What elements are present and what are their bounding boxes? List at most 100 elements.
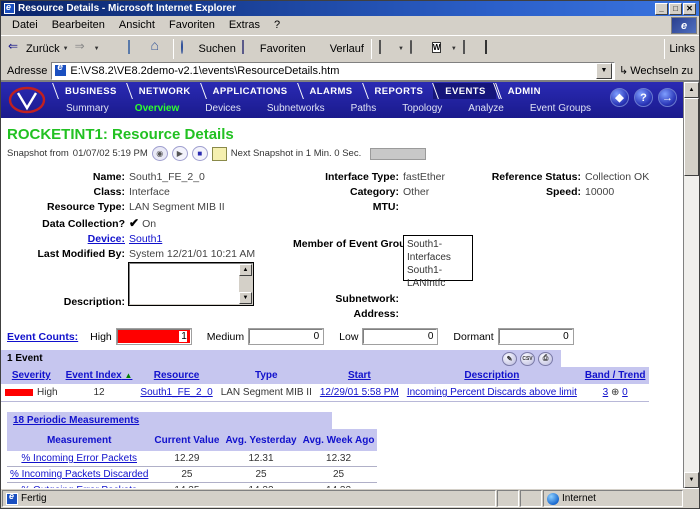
save-csv-icon[interactable]: CSV	[520, 352, 535, 366]
menu-help[interactable]: ?	[267, 17, 287, 33]
band-link[interactable]: 3	[603, 387, 609, 398]
col-severity[interactable]: Severity	[1, 367, 62, 384]
address-dropdown-button[interactable]: ▼	[596, 62, 612, 79]
severity-bar-icon	[5, 388, 33, 396]
books-library-icon[interactable]: ◆	[610, 88, 629, 107]
go-button[interactable]: ↳ Wechseln zu	[615, 64, 697, 78]
resize-grip[interactable]	[684, 492, 698, 506]
chevron-down-icon[interactable]: ▼	[94, 46, 100, 52]
scrollbar-thumb[interactable]	[684, 98, 699, 176]
subnav-event-groups[interactable]: Event Groups	[517, 103, 604, 114]
measurements-title-link[interactable]: 18 Periodic Measurements	[13, 415, 139, 426]
menu-ansicht[interactable]: Ansicht	[112, 17, 162, 33]
print-icon[interactable]: ⎙	[538, 352, 553, 366]
subnav-devices[interactable]: Devices	[192, 103, 254, 114]
stop-icon[interactable]: ■	[191, 146, 208, 161]
tab-admin[interactable]: ADMIN	[496, 83, 551, 99]
list-item[interactable]: South1-LANIntfc	[407, 264, 469, 290]
favorites-button[interactable]: Favoriten	[239, 39, 309, 58]
close-button[interactable]: ✕	[683, 2, 696, 15]
chevron-down-icon[interactable]: ▼	[63, 46, 69, 52]
description-scrollbar[interactable]: ▲ ▼	[239, 264, 252, 304]
tab-alarms[interactable]: ALARMS	[298, 83, 363, 99]
home-button[interactable]	[147, 37, 169, 58]
list-item[interactable]: South1-Interfaces	[407, 238, 469, 264]
col-start[interactable]: Start	[315, 367, 403, 384]
field-label: Reference Status:	[491, 171, 581, 183]
maximize-button[interactable]: □	[669, 2, 682, 15]
col-description[interactable]: Description	[402, 367, 581, 384]
address-input[interactable]: E:\VS8.2\VE8.2demo-v2.1\events\ResourceD…	[51, 61, 615, 80]
globe-icon	[547, 492, 559, 505]
history-button[interactable]: Verlauf	[309, 39, 367, 58]
scroll-down-icon[interactable]: ▼	[684, 472, 699, 488]
stop-button[interactable]	[103, 39, 125, 58]
chevron-down-icon[interactable]: ▼	[451, 46, 457, 52]
tab-applications[interactable]: APPLICATIONS	[201, 83, 298, 99]
cell-week: 14.32	[299, 482, 378, 488]
messenger-button[interactable]	[482, 39, 504, 58]
note-icon[interactable]	[211, 146, 227, 161]
discuss-button[interactable]	[460, 39, 482, 58]
scroll-up-icon[interactable]: ▲	[684, 82, 699, 98]
menu-datei[interactable]: Datei	[5, 17, 45, 33]
favorites-star-icon	[241, 40, 244, 54]
favorites-label: Favoriten	[259, 42, 306, 55]
subnav-analyze[interactable]: Analyze	[455, 103, 517, 114]
refresh-button[interactable]	[125, 39, 147, 58]
measurement-link[interactable]: % Outgoing Error Packets	[21, 485, 137, 488]
menu-favoriten[interactable]: Favoriten	[162, 17, 222, 33]
mail-button[interactable]: ▼	[376, 39, 407, 58]
play-icon[interactable]: ▶	[171, 146, 188, 161]
description-textarea[interactable]: ▲ ▼	[128, 262, 254, 306]
subnav-paths[interactable]: Paths	[338, 103, 390, 114]
measurement-link[interactable]: % Incoming Error Packets	[21, 453, 137, 464]
scroll-up-icon[interactable]: ▲	[239, 264, 252, 276]
device-label-link[interactable]: Device:	[1, 233, 129, 245]
description-link[interactable]: Incoming Percent Discards above limit	[407, 387, 577, 398]
count-box-medium[interactable]: 0	[248, 328, 325, 345]
logout-arrow-icon[interactable]: →	[658, 88, 677, 107]
edit-pencil-icon[interactable]: ✎	[502, 352, 517, 366]
event-counts-link[interactable]: Event Counts:	[7, 331, 78, 343]
count-box-dormant[interactable]: 0	[497, 328, 574, 345]
help-question-icon[interactable]: ?	[634, 88, 653, 107]
cell-resource: South1_FE_2_0	[136, 384, 217, 402]
back-button[interactable]: Zurück ▼	[5, 39, 72, 58]
edit-button[interactable]: W ▼	[429, 39, 460, 58]
count-label-high: High	[90, 330, 112, 343]
count-box-high[interactable]: 1	[115, 328, 192, 345]
menu-extras[interactable]: Extras	[222, 17, 267, 33]
minimize-button[interactable]: _	[655, 2, 668, 15]
measurement-link[interactable]: % Incoming Packets Discarded	[10, 469, 148, 480]
event-groups-listbox[interactable]: South1-Interfaces South1-LANIntfc	[403, 235, 473, 289]
subnav-subnetworks[interactable]: Subnetworks	[254, 103, 338, 114]
page-title: ROCKETINT1: Resource Details	[7, 126, 234, 143]
scroll-down-icon[interactable]: ▼	[239, 292, 252, 304]
tab-reports[interactable]: REPORTS	[363, 83, 434, 99]
col-event-index[interactable]: Event Index ▲	[61, 367, 137, 384]
page-scrollbar[interactable]: ▲ ▼	[683, 82, 699, 488]
chevron-down-icon[interactable]: ▼	[398, 46, 404, 52]
col-resource[interactable]: Resource	[136, 367, 217, 384]
col-band-trend[interactable]: Band / Trend	[580, 367, 650, 384]
start-link[interactable]: 12/29/01 5:58 PM	[320, 387, 399, 398]
scrollbar-track[interactable]	[684, 98, 699, 472]
menu-bearbeiten[interactable]: Bearbeiten	[45, 17, 112, 33]
print-button[interactable]	[407, 39, 429, 58]
resource-link[interactable]: South1_FE_2_0	[140, 387, 212, 398]
trend-link[interactable]: 0	[622, 387, 628, 398]
tab-network[interactable]: NETWORK	[127, 83, 201, 99]
count-box-low[interactable]: 0	[362, 328, 439, 345]
tab-business[interactable]: BUSINESS	[53, 83, 127, 99]
device-value-link[interactable]: South1	[129, 233, 162, 245]
subnav-topology[interactable]: Topology	[389, 103, 455, 114]
links-label[interactable]: Links	[669, 43, 695, 55]
subnav-summary[interactable]: Summary	[53, 103, 122, 114]
camera-snapshot-icon[interactable]: ◉	[151, 146, 168, 161]
field-label: Address:	[353, 308, 399, 320]
forward-button[interactable]: ▼	[72, 39, 103, 58]
tab-events[interactable]: EVENTS	[433, 83, 496, 99]
search-button[interactable]: Suchen	[178, 39, 239, 58]
subnav-overview[interactable]: Overview	[122, 103, 192, 114]
